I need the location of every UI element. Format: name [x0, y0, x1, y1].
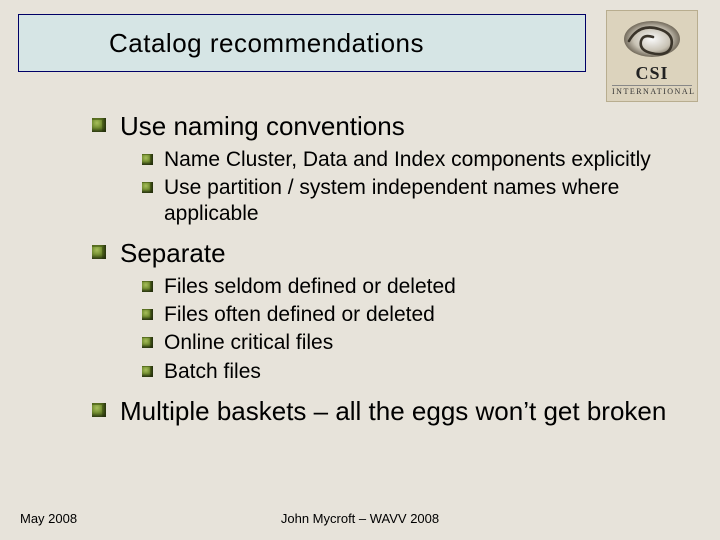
bullet-text: Files often defined or deleted — [164, 303, 435, 326]
bullet-text: Online critical files — [164, 331, 333, 354]
title-box: Catalog recommendations — [18, 14, 586, 72]
bullet-l2: Online critical files — [142, 330, 692, 356]
footer-author: John Mycroft – WAVV 2008 — [0, 511, 720, 526]
bullet-l1: Use naming conventions Name Cluster, Dat… — [92, 110, 692, 227]
bullet-l2: Batch files — [142, 359, 692, 385]
bullet-text: Use naming conventions — [120, 111, 405, 141]
bullet-text: Files seldom defined or deleted — [164, 275, 456, 298]
bullet-text: Multiple baskets – all the eggs won’t ge… — [120, 396, 666, 426]
body-content: Use naming conventions Name Cluster, Dat… — [92, 110, 692, 431]
logo: CSI INTERNATIONAL — [606, 10, 698, 102]
bullet-text: Name Cluster, Data and Index components … — [164, 148, 651, 171]
bullet-text: Separate — [120, 238, 226, 268]
bullet-l2: Name Cluster, Data and Index components … — [142, 147, 692, 173]
logo-text: CSI — [635, 63, 668, 84]
bullet-l2: Files seldom defined or deleted — [142, 274, 692, 300]
bullet-l2: Files often defined or deleted — [142, 302, 692, 328]
bullet-l2: Use partition / system independent names… — [142, 175, 692, 228]
bullet-l1: Separate Files seldom defined or deleted… — [92, 237, 692, 385]
slide: Catalog recommendations CSI INTERNATIONA… — [0, 0, 720, 540]
bullet-text: Batch files — [164, 360, 261, 383]
logo-subtext: INTERNATIONAL — [612, 85, 692, 96]
bullet-text: Use partition / system independent names… — [164, 176, 619, 225]
slide-title: Catalog recommendations — [109, 28, 424, 59]
bullet-l1: Multiple baskets – all the eggs won’t ge… — [92, 395, 692, 428]
logo-swirl-icon — [617, 17, 687, 61]
